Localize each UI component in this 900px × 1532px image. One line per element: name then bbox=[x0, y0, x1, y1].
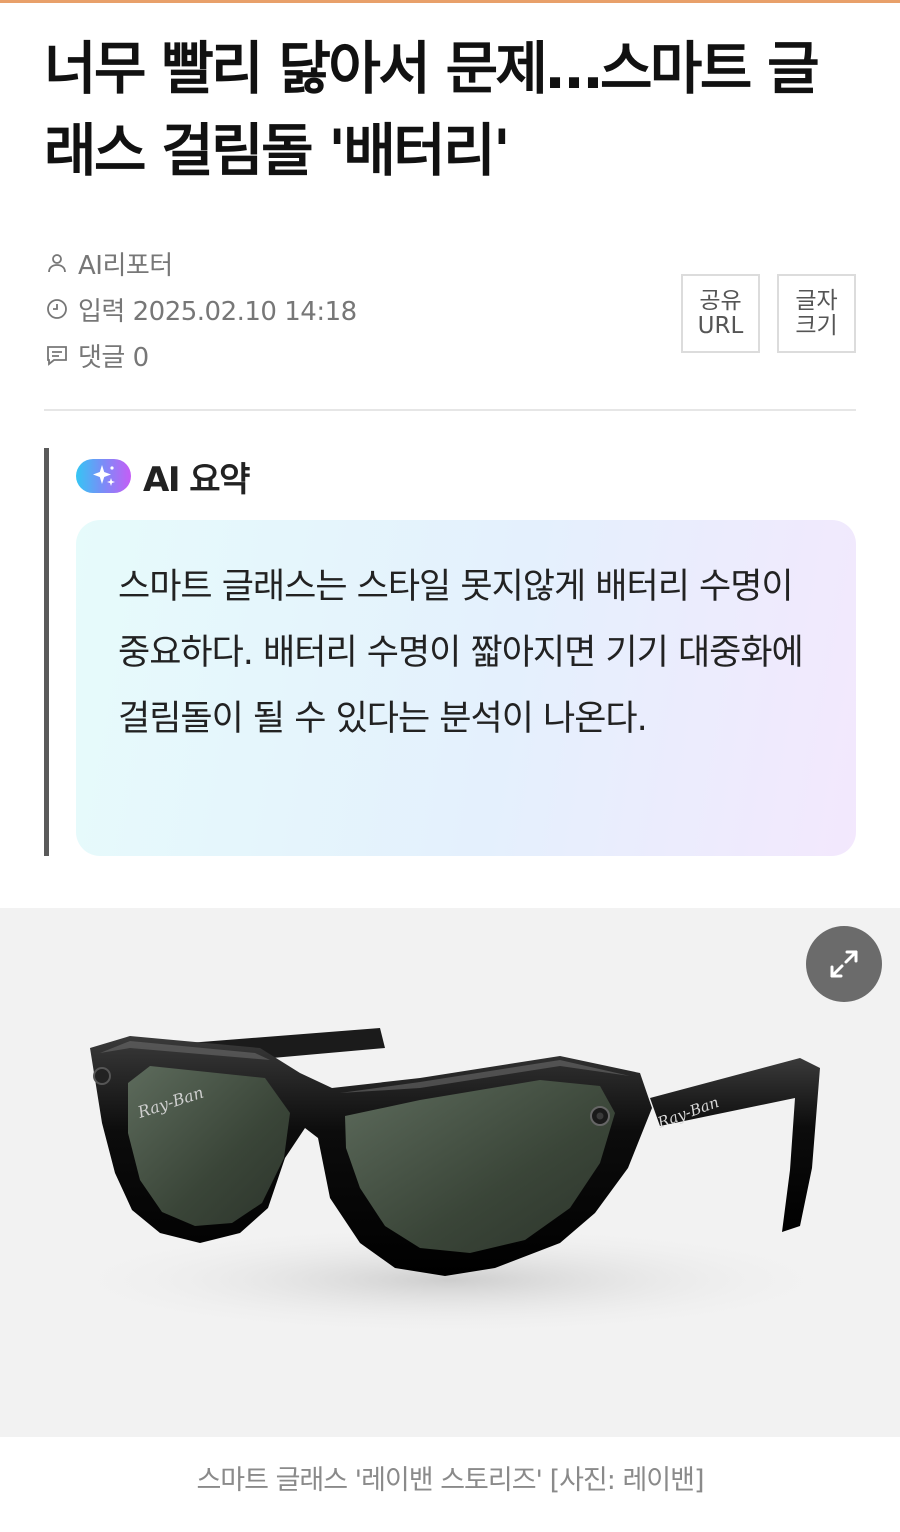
ai-summary-title: AI 요약 bbox=[143, 459, 250, 500]
font-size-button[interactable]: 글자 크기 bbox=[777, 274, 856, 353]
article-meta: AI리포터 입력 2025.02.10 14:18 댓글 0 bbox=[44, 240, 644, 378]
author-name[interactable]: AI리포터 bbox=[78, 245, 173, 282]
top-accent-line bbox=[0, 0, 900, 3]
comments-count[interactable]: 댓글 0 bbox=[78, 337, 149, 374]
author-row: AI리포터 bbox=[44, 240, 644, 286]
share-label-line2: URL bbox=[697, 312, 744, 339]
sparkle-icon bbox=[76, 459, 131, 493]
meta-divider bbox=[44, 409, 856, 411]
share-url-button[interactable]: 공유 URL bbox=[681, 274, 760, 353]
article-photo[interactable]: Ray-Ban Ray-Ban bbox=[0, 908, 900, 1437]
clock-icon bbox=[44, 296, 70, 322]
ai-summary-side-bar bbox=[44, 448, 49, 856]
comment-icon bbox=[44, 342, 70, 368]
ai-summary-box: 스마트 글래스는 스타일 못지않게 배터리 수명이 중요하다. 배터리 수명이 … bbox=[76, 520, 856, 856]
expand-icon bbox=[830, 950, 858, 978]
expand-image-button[interactable] bbox=[806, 926, 882, 1002]
article-headline: 너무 빨리 닳아서 문제…스마트 글래스 걸림돌 '배터리' bbox=[44, 36, 820, 184]
smart-glasses-image: Ray-Ban Ray-Ban bbox=[50, 1028, 850, 1336]
ai-summary-section: AI 요약 스마트 글래스는 스타일 못지않게 배터리 수명이 중요하다. 배터… bbox=[44, 448, 856, 856]
ai-summary-header: AI 요약 bbox=[76, 456, 250, 500]
font-label-line2: 크기 bbox=[795, 312, 838, 339]
person-icon bbox=[44, 250, 70, 276]
share-label-line1: 공유 bbox=[699, 287, 742, 314]
date-row: 입력 2025.02.10 14:18 bbox=[44, 286, 644, 332]
comments-row[interactable]: 댓글 0 bbox=[44, 332, 644, 378]
publish-date: 입력 2025.02.10 14:18 bbox=[78, 296, 357, 327]
ai-summary-text: 스마트 글래스는 스타일 못지않게 배터리 수명이 중요하다. 배터리 수명이 … bbox=[118, 567, 804, 739]
font-label-line1: 글자 bbox=[795, 287, 838, 314]
photo-caption: 스마트 글래스 '레이밴 스토리즈' [사진: 레이밴] bbox=[196, 1465, 704, 1496]
